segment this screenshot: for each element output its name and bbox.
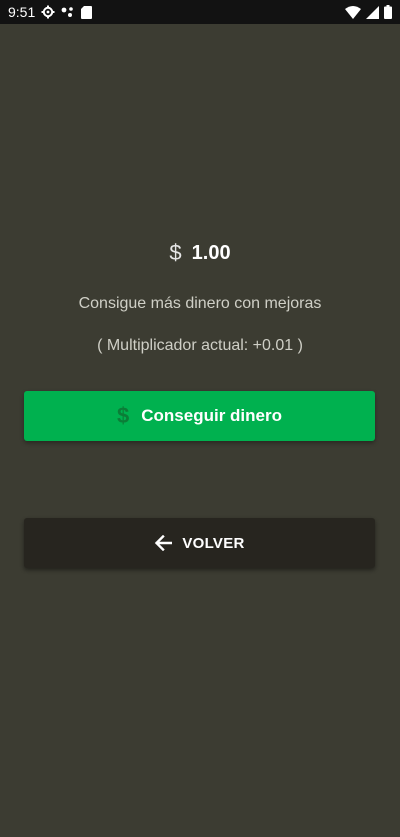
gear-icon bbox=[41, 5, 55, 19]
dollar-icon: $ bbox=[117, 403, 130, 428]
earn-money-button-label: Conseguir dinero bbox=[141, 406, 282, 425]
earn-money-button[interactable]: $ Conseguir dinero bbox=[24, 391, 375, 441]
status-bar-right bbox=[345, 5, 392, 19]
back-button-label: VOLVER bbox=[182, 534, 245, 552]
arrow-left-icon bbox=[154, 535, 173, 551]
back-button[interactable]: VOLVER bbox=[24, 518, 375, 568]
status-bar-left: 9:51 bbox=[8, 4, 93, 20]
dollar-icon: $ bbox=[169, 240, 182, 265]
wifi-icon bbox=[345, 5, 361, 19]
balance-amount: 1.00 bbox=[191, 241, 231, 264]
sd-card-icon bbox=[81, 5, 93, 19]
balance-display: $ 1.00 bbox=[0, 240, 400, 266]
status-time: 9:51 bbox=[8, 4, 36, 20]
status-bar: 9:51 bbox=[0, 0, 400, 24]
main-content: $ 1.00 Consigue más dinero con mejoras (… bbox=[0, 24, 400, 837]
app-notification-icon bbox=[61, 6, 75, 18]
battery-icon bbox=[384, 5, 392, 19]
cell-signal-icon bbox=[366, 5, 379, 19]
multiplier-text: ( Multiplicador actual: +0.01 ) bbox=[97, 337, 303, 354]
upgrade-hint-text: Consigue más dinero con mejoras bbox=[78, 295, 322, 312]
